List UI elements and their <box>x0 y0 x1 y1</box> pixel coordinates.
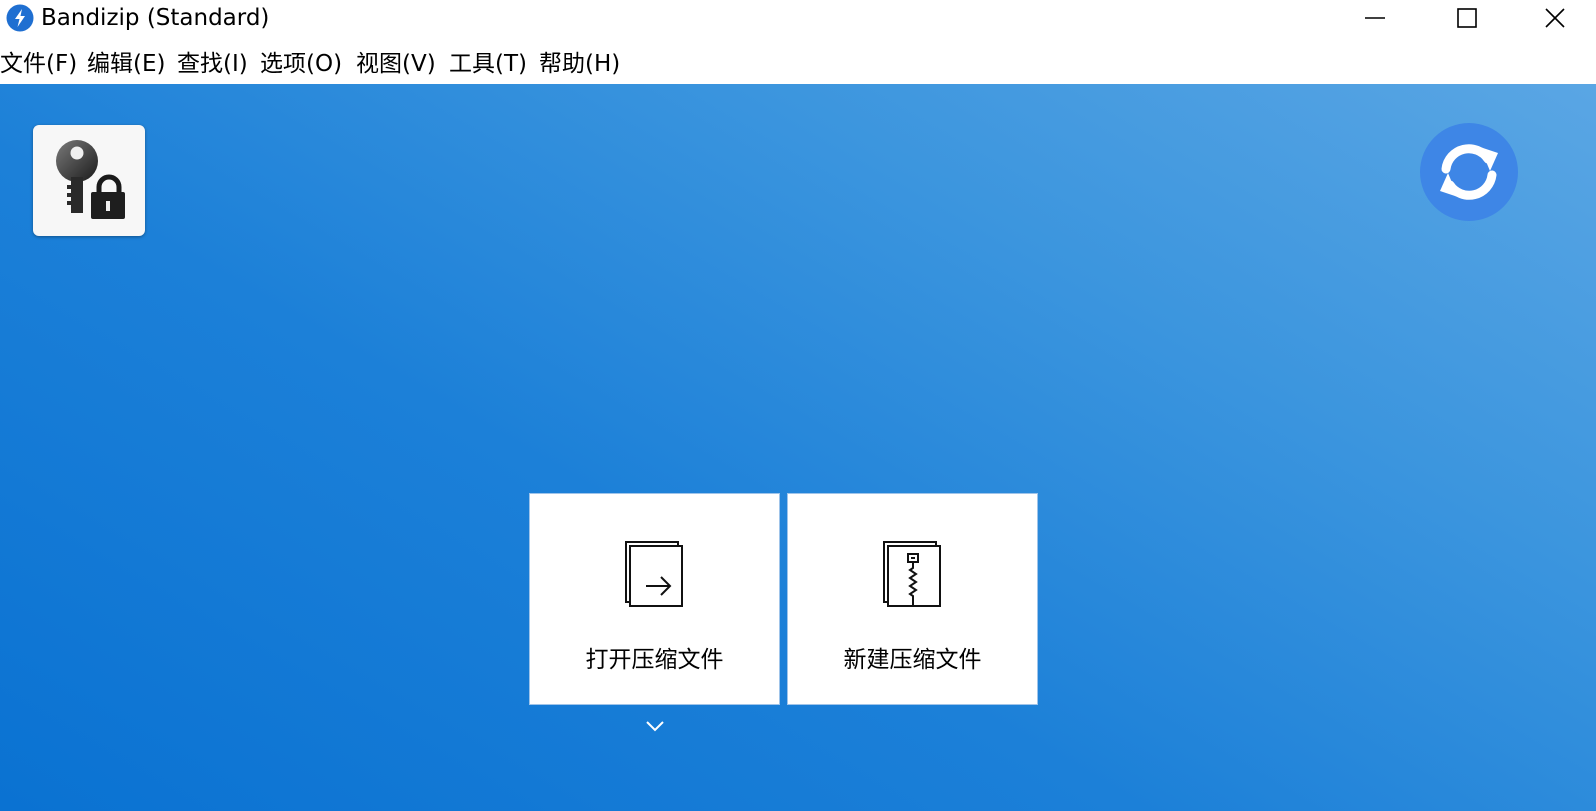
new-archive-label: 新建压缩文件 <box>843 647 982 673</box>
title-bar[interactable]: Bandizip (Standard) <box>0 0 1596 36</box>
menu-file[interactable]: 文件(F) <box>0 48 77 80</box>
open-archive-label: 打开压缩文件 <box>585 647 724 673</box>
minimize-icon <box>1364 7 1386 29</box>
chevron-down-icon[interactable] <box>644 718 666 734</box>
refresh-button[interactable] <box>1420 123 1518 221</box>
bandizip-logo-icon[interactable] <box>6 4 34 32</box>
menu-view[interactable]: 视图(V) <box>356 48 436 80</box>
menu-edit[interactable]: 编辑(E) <box>87 48 165 80</box>
menu-options[interactable]: 选项(O) <box>260 48 342 80</box>
password-manager-button[interactable] <box>33 125 145 236</box>
maximize-button[interactable] <box>1421 0 1513 36</box>
new-archive-icon <box>882 540 946 614</box>
menu-bar: 文件(F) 编辑(E) 查找(I) 选项(O) 视图(V) 工具(T) 帮助(H… <box>0 44 1596 84</box>
open-archive-button[interactable]: 打开压缩文件 <box>529 493 780 705</box>
menu-help[interactable]: 帮助(H) <box>539 48 620 80</box>
open-archive-icon <box>624 540 688 614</box>
maximize-icon <box>1456 7 1478 29</box>
menu-tools[interactable]: 工具(T) <box>449 48 527 80</box>
window-title: Bandizip (Standard) <box>41 5 270 31</box>
new-archive-button[interactable]: 新建压缩文件 <box>787 493 1038 705</box>
minimize-button[interactable] <box>1329 0 1421 36</box>
menu-find[interactable]: 查找(I) <box>177 48 248 80</box>
start-screen: 打开压缩文件 新建压缩文件 <box>0 84 1596 811</box>
close-icon <box>1544 7 1566 29</box>
close-button[interactable] <box>1513 0 1596 36</box>
